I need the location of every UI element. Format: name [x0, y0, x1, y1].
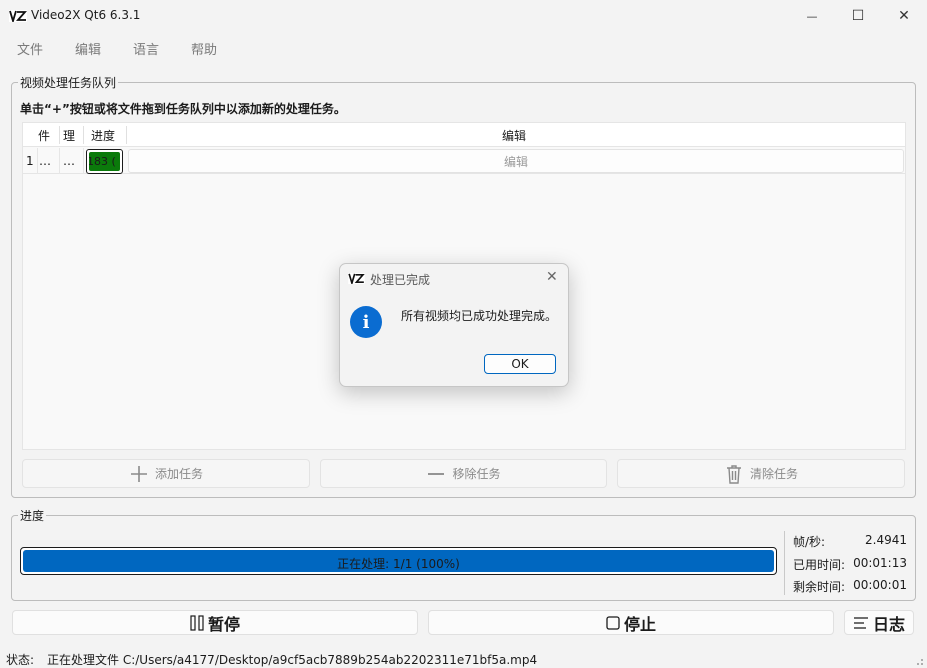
- cell-divider: [83, 148, 84, 174]
- row-edit-button[interactable]: 编辑: [128, 149, 904, 173]
- close-button[interactable]: ✕: [881, 0, 927, 32]
- stop-label: 停止: [623, 614, 656, 634]
- cell-divider: [59, 148, 60, 174]
- fps-label: 帧/秒:: [793, 535, 826, 549]
- title-bar: Video2X Qt6 6.3.1 — ☐ ✕: [0, 0, 927, 32]
- remove-task-label: 移除任务: [452, 467, 501, 481]
- row-progress-fill: 183 (: [89, 152, 120, 171]
- header-divider: [83, 126, 84, 144]
- dialog-title: 处理已完成: [370, 273, 431, 287]
- stop-button[interactable]: 停止: [428, 610, 834, 635]
- overall-progress-bar: 正在处理: 1/1 (100%): [20, 547, 777, 575]
- status-bar: 状态: 正在处理文件 C:/Users/a4177/Desktop/a9cf5a…: [0, 646, 927, 668]
- menu-help[interactable]: 帮助: [191, 39, 217, 58]
- status-label: 状态:: [6, 653, 35, 667]
- header-divider: [126, 126, 127, 144]
- trash-icon: [726, 464, 741, 484]
- resize-grip-icon[interactable]: [912, 654, 924, 666]
- table-header: 件 理 进度 编辑: [23, 123, 905, 147]
- log-label: 日志: [872, 614, 905, 634]
- elapsed-value: 00:01:13: [853, 556, 907, 570]
- minus-icon: [428, 472, 445, 475]
- status-text: 正在处理文件 C:/Users/a4177/Desktop/a9cf5acb78…: [47, 653, 538, 667]
- add-task-label: 添加任务: [154, 467, 203, 481]
- row-processor-cell: …: [63, 154, 75, 168]
- column-header-progress[interactable]: 进度: [91, 127, 115, 144]
- row-file-cell: …: [39, 154, 51, 168]
- column-header-processor[interactable]: 理: [63, 127, 81, 144]
- maximize-icon: ☐: [851, 8, 865, 24]
- progress-title: 进度: [18, 507, 47, 524]
- completion-dialog: 处理已完成 ✕ i 所有视频均已成功处理完成。 OK: [339, 263, 569, 387]
- maximize-button[interactable]: ☐: [835, 0, 881, 32]
- add-task-button[interactable]: 添加任务: [22, 459, 310, 488]
- minimize-button[interactable]: —: [789, 0, 835, 32]
- pause-label: 暂停: [207, 614, 240, 634]
- log-list-icon: [853, 616, 868, 629]
- clear-tasks-label: 清除任务: [749, 467, 798, 481]
- window-title: Video2X Qt6 6.3.1: [31, 8, 141, 22]
- stats-divider: [784, 531, 785, 595]
- remaining-value: 00:00:01: [853, 578, 907, 592]
- cell-divider: [37, 148, 38, 174]
- plus-icon: [130, 465, 147, 482]
- row-index: 1: [26, 154, 34, 168]
- dialog-close-icon[interactable]: ✕: [546, 269, 558, 285]
- app-logo-icon: [9, 10, 27, 22]
- pause-button[interactable]: 暂停: [12, 610, 418, 635]
- dialog-app-icon: [348, 273, 365, 284]
- column-header-edit[interactable]: 编辑: [502, 127, 526, 144]
- close-icon: ✕: [898, 8, 910, 24]
- log-button[interactable]: 日志: [844, 610, 914, 635]
- row-progress-text: 183 (: [89, 155, 116, 168]
- dialog-message: 所有视频均已成功处理完成。: [401, 309, 558, 323]
- information-icon: i: [350, 306, 382, 338]
- fps-value: 2.4941: [865, 533, 907, 547]
- pause-icon: [190, 614, 204, 631]
- stop-icon: [606, 615, 620, 630]
- minimize-icon: —: [806, 9, 818, 23]
- clear-tasks-button[interactable]: 清除任务: [617, 459, 905, 488]
- menu-file[interactable]: 文件: [17, 39, 43, 58]
- column-header-file[interactable]: 件: [38, 127, 56, 144]
- menu-language[interactable]: 语言: [133, 39, 159, 58]
- header-divider: [59, 126, 60, 144]
- queue-hint: 单击“+”按钮或将文件拖到任务队列中以添加新的处理任务。: [20, 102, 346, 116]
- menu-edit[interactable]: 编辑: [75, 39, 101, 58]
- row-progress-bar: 183 (: [86, 149, 123, 174]
- remove-task-button[interactable]: 移除任务: [320, 459, 607, 488]
- table-row[interactable]: 1 … … 183 ( 编辑: [23, 148, 905, 174]
- task-queue-title: 视频处理任务队列: [18, 74, 119, 91]
- overall-progress-text: 正在处理: 1/1 (100%): [337, 557, 460, 571]
- ok-button[interactable]: OK: [484, 354, 556, 374]
